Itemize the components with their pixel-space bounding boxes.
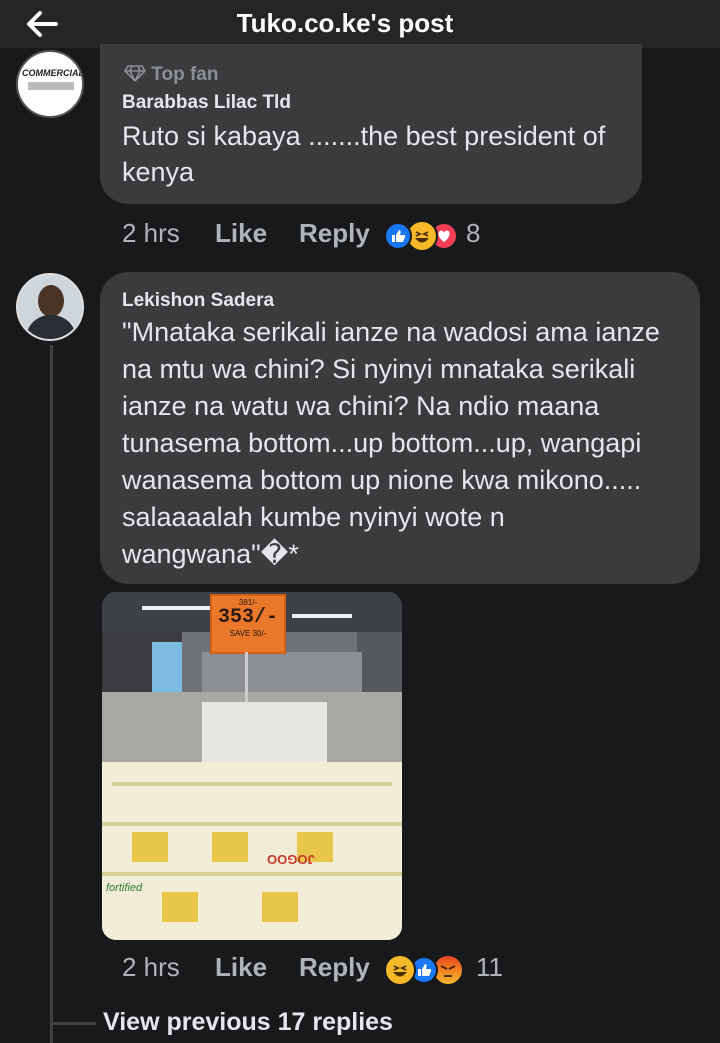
commenter-avatar[interactable]	[16, 273, 84, 341]
reply-connector-line	[50, 1022, 96, 1025]
comment-photo[interactable]: 381/- 353/- SAVE 30/- JOGOO fortified	[102, 592, 402, 940]
avatar-logo-text: COMMERCIAL	[22, 68, 84, 78]
comment-author[interactable]: Lekishon Sadera	[122, 290, 274, 312]
comment-bubble[interactable]: Top fan Barabbas Lilac Tld Ruto si kabay…	[100, 44, 642, 204]
top-fan-badge: Top fan	[123, 64, 219, 86]
comment-bubble[interactable]: Lekishon Sadera "Mnataka serikali ianze …	[100, 272, 700, 584]
diamond-icon	[123, 65, 147, 83]
like-reaction-icon	[384, 222, 412, 250]
price-value: 353/-	[217, 606, 278, 629]
comment-actions: 2 hrs Like Reply 8	[122, 214, 542, 254]
comment-actions: 2 hrs Like Reply 11	[122, 948, 542, 988]
reply-thread-line	[50, 345, 53, 1043]
comment-time[interactable]: 2 hrs	[122, 218, 180, 249]
save-label: SAVE 30/-	[229, 629, 267, 638]
reply-button[interactable]: Reply	[299, 952, 370, 983]
comment-text: "Mnataka serikali ianze na wadosi ama ia…	[122, 317, 660, 569]
view-previous-replies-link[interactable]: View previous 17 replies	[103, 1008, 393, 1037]
like-button[interactable]: Like	[215, 218, 267, 249]
top-fan-label: Top fan	[151, 64, 219, 85]
top-bar: Tuko.co.ke's post	[0, 0, 720, 48]
reactions-summary[interactable]: 8	[384, 216, 504, 252]
reply-button[interactable]: Reply	[299, 218, 370, 249]
comment-text: Ruto si kabaya .......the best president…	[122, 121, 606, 187]
comment-author[interactable]: Barabbas Lilac Tld	[122, 92, 291, 114]
bag-brand-text: JOGOO	[267, 852, 315, 867]
price-sign: 381/- 353/- SAVE 30/-	[210, 594, 286, 654]
reaction-count: 11	[476, 952, 503, 982]
reaction-count: 8	[466, 218, 481, 248]
commenter-avatar[interactable]: COMMERCIAL	[16, 50, 84, 118]
comment-time[interactable]: 2 hrs	[122, 952, 180, 983]
reactions-summary[interactable]: 11	[384, 950, 514, 986]
haha-reaction-icon	[384, 954, 416, 986]
flour-bags-stack: JOGOO fortified	[102, 762, 402, 940]
like-button[interactable]: Like	[215, 952, 267, 983]
page-title: Tuko.co.ke's post	[236, 8, 454, 38]
bag-label-text: fortified	[106, 882, 143, 894]
